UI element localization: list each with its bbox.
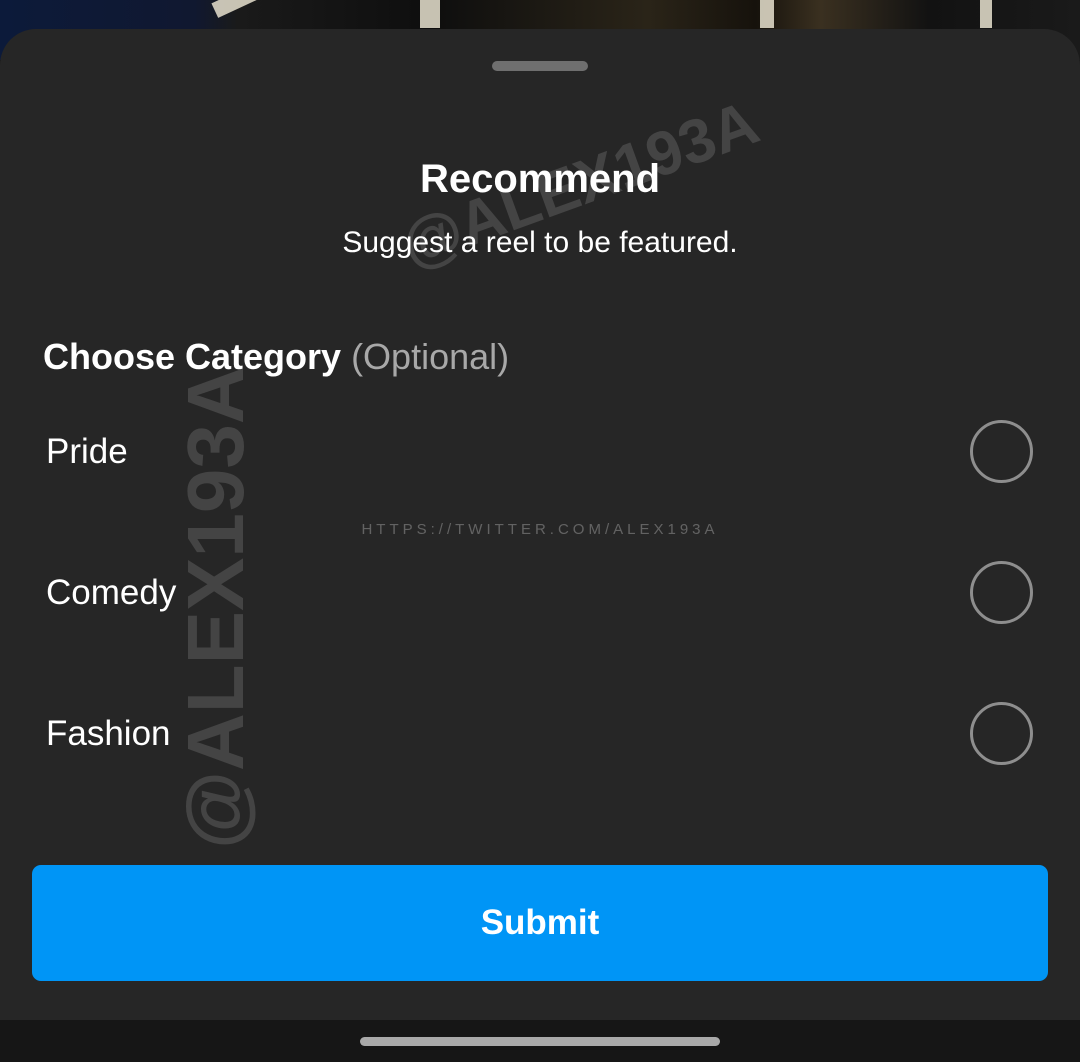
category-option-comedy[interactable]: Comedy [0,541,1080,651]
category-option-label: Comedy [46,573,177,612]
radio-button[interactable] [970,420,1033,483]
watermark-url: HTTPS://TWITTER.COM/ALEX193A [361,521,719,538]
category-option-label: Fashion [46,714,171,753]
system-navigation-bar [0,1020,1080,1062]
category-option-label: Pride [46,432,128,471]
sheet-drag-handle[interactable] [492,61,588,71]
home-gesture-handle[interactable] [360,1037,720,1046]
sheet-subtitle: Suggest a reel to be featured. [342,226,738,259]
submit-button[interactable]: Submit [32,865,1048,981]
sheet-title: Recommend [419,157,661,201]
radio-button[interactable] [970,702,1033,765]
optional-tag: (Optional) [351,336,510,377]
category-heading: Choose Category (Optional) [43,336,509,378]
recommend-bottom-sheet: Recommend Suggest a reel to be featured.… [0,29,1080,1020]
category-heading-label: Choose Category [43,336,342,377]
radio-button[interactable] [970,561,1033,624]
category-option-fashion[interactable]: Fashion [0,682,1080,792]
category-option-pride[interactable]: Pride [0,400,1080,510]
